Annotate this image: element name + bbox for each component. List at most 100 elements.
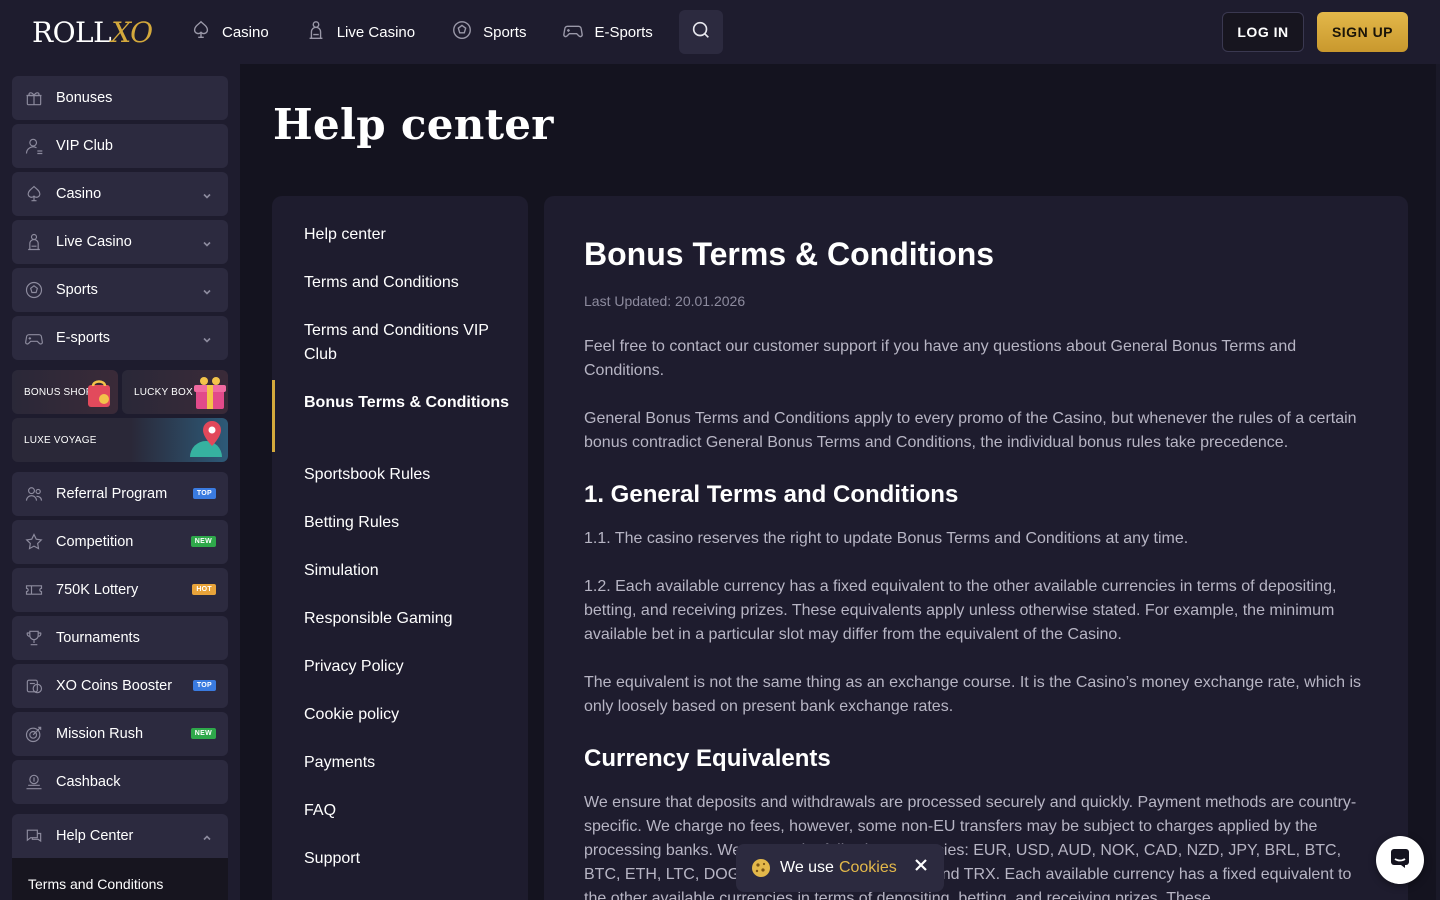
sidebar-subitem-terms[interactable]: Terms and Conditions	[12, 858, 228, 900]
sidebar-item-bonuses[interactable]: Bonuses	[12, 76, 228, 120]
top-badge: TOP	[192, 680, 216, 691]
vip-user-icon	[24, 136, 44, 156]
chat-icon	[1388, 846, 1412, 875]
help-nav-payments[interactable]: Payments	[304, 751, 514, 775]
sidebar-item-competition[interactable]: Competition NEW	[12, 520, 228, 564]
ticket-icon	[24, 580, 44, 600]
sidebar-item-vip-club[interactable]: VIP Club	[12, 124, 228, 168]
casino-icon	[24, 184, 44, 204]
nav-esports[interactable]: E-Sports	[558, 10, 670, 54]
logo-text: ROLL	[32, 15, 112, 49]
section-heading: Currency Equivalents	[584, 745, 831, 772]
sidebar-item-label: Bonuses	[56, 90, 113, 106]
sidebar-item-label: Cashback	[56, 774, 121, 790]
sidebar-item-tournaments[interactable]: Tournaments	[12, 616, 228, 660]
help-nav-bonus-terms[interactable]: Bonus Terms & Conditions	[304, 391, 514, 415]
sidebar-item-label: Mission Rush	[56, 726, 144, 742]
sidebar-item-casino[interactable]: Casino	[12, 172, 228, 216]
article-title: Bonus Terms & Conditions	[584, 236, 995, 272]
target-icon	[24, 724, 44, 744]
help-nav-privacy-policy[interactable]: Privacy Policy	[304, 655, 514, 679]
chevron-down-icon	[202, 188, 212, 199]
live-casino-icon	[24, 232, 44, 252]
chevron-up-icon	[202, 830, 212, 841]
luxe-voyage-label: LUXE VOYAGE	[24, 435, 97, 446]
top-header: ROLL XO Casino Live Casino Sports E-Sport…	[0, 0, 1440, 64]
nav-sports[interactable]: Sports	[447, 10, 544, 54]
sidebar-item-cashback[interactable]: Cashback	[12, 760, 228, 804]
lucky-box-tile[interactable]: LUCKY BOX	[122, 370, 228, 414]
gamepad-icon	[562, 19, 584, 45]
trophy-icon	[24, 628, 44, 648]
sidebar-item-live-casino[interactable]: Live Casino	[12, 220, 228, 264]
sidebar-item-label: Live Casino	[56, 234, 132, 250]
help-nav-responsible-gaming[interactable]: Responsible Gaming	[304, 607, 514, 631]
sidebar-item-sports[interactable]: Sports	[12, 268, 228, 312]
login-button[interactable]: LOG IN	[1222, 12, 1304, 52]
casino-icon	[190, 19, 212, 45]
nav-casino-label: Casino	[222, 23, 269, 41]
chevron-down-icon	[202, 236, 212, 247]
support-chat-button[interactable]	[1376, 836, 1424, 884]
top-badge: TOP	[192, 488, 216, 499]
cookie-icon	[750, 857, 772, 879]
rollxo-logo[interactable]: ROLL XO	[32, 14, 153, 50]
new-badge: NEW	[190, 536, 216, 547]
nav-live-casino[interactable]: Live Casino	[301, 10, 433, 54]
help-nav-faq[interactable]: FAQ	[304, 799, 514, 823]
luxe-voyage-tile[interactable]: LUXE VOYAGE	[12, 418, 228, 462]
top-nav: Casino Live Casino Sports E-Sports	[186, 10, 723, 54]
sidebar-item-esports[interactable]: E-sports	[12, 316, 228, 360]
sidebar-item-xo-coins-booster[interactable]: XO Coins Booster TOP	[12, 664, 228, 708]
gift-icon	[24, 88, 44, 108]
article-paragraph: Feel free to contact our customer suppor…	[584, 338, 1297, 379]
new-badge: NEW	[190, 728, 216, 739]
active-indicator	[272, 380, 275, 452]
page-title: Help center	[273, 100, 554, 149]
help-nav-support[interactable]: Support	[304, 847, 514, 871]
help-nav-simulation[interactable]: Simulation	[304, 559, 514, 583]
sports-ball-icon	[451, 19, 473, 45]
sidebar-item-help-center[interactable]: Help Center	[12, 814, 228, 858]
chevron-down-icon	[202, 332, 212, 343]
sidebar-item-lottery[interactable]: 750K Lottery HOT	[12, 568, 228, 612]
article-paragraph: The equivalent is not the same thing as …	[584, 674, 1362, 715]
page-scrollbar[interactable]	[1436, 64, 1440, 900]
close-icon[interactable]	[914, 858, 928, 872]
help-nav-betting-rules[interactable]: Betting Rules	[304, 511, 514, 535]
shopping-bag-icon	[82, 373, 118, 414]
sidebar-item-referral-program[interactable]: Referral Program TOP	[12, 472, 228, 516]
cookie-link[interactable]: Cookies	[839, 859, 897, 877]
help-nav-help-center[interactable]: Help center	[304, 223, 514, 247]
sidebar-subitem-label: Terms and Conditions	[28, 876, 164, 892]
cookie-banner: We use Cookies	[736, 844, 944, 892]
bonus-shop-tile[interactable]: BONUS SHOP	[12, 370, 118, 414]
signup-button[interactable]: SIGN UP	[1317, 12, 1408, 52]
cookie-text: We use	[780, 859, 834, 876]
sidebar-item-label: Competition	[56, 534, 134, 550]
sidebar-item-label: Tournaments	[56, 630, 140, 646]
star-icon	[24, 532, 44, 552]
search-button[interactable]	[678, 10, 723, 54]
help-nav-sportsbook-rules[interactable]: Sportsbook Rules	[304, 463, 514, 487]
map-pin-icon	[188, 418, 228, 462]
sports-ball-icon	[24, 280, 44, 300]
hot-badge: HOT	[192, 584, 216, 595]
sidebar-item-label: 750K Lottery	[56, 582, 139, 598]
nav-casino[interactable]: Casino	[186, 10, 287, 54]
help-nav-cookie-policy[interactable]: Cookie policy	[304, 703, 514, 727]
live-casino-icon	[305, 19, 327, 45]
help-nav-terms[interactable]: Terms and Conditions	[304, 271, 514, 295]
help-chat-icon	[24, 826, 44, 846]
article-panel: Bonus Terms & Conditions Last Updated: 2…	[544, 196, 1408, 900]
article-paragraph: 1.1. The casino reserves the right to up…	[584, 530, 1189, 547]
sidebar-item-mission-rush[interactable]: Mission Rush NEW	[12, 712, 228, 756]
help-nav-terms-vip[interactable]: Terms and Conditions VIP Club	[304, 319, 514, 367]
section-heading: 1. General Terms and Conditions	[584, 481, 959, 508]
sidebar-item-label: Referral Program	[56, 486, 168, 502]
sidebar-item-label: Casino	[56, 186, 102, 202]
coins-icon	[24, 676, 44, 696]
nav-sports-label: Sports	[483, 23, 527, 41]
gift-box-icon	[190, 375, 228, 414]
chevron-down-icon	[202, 284, 212, 295]
